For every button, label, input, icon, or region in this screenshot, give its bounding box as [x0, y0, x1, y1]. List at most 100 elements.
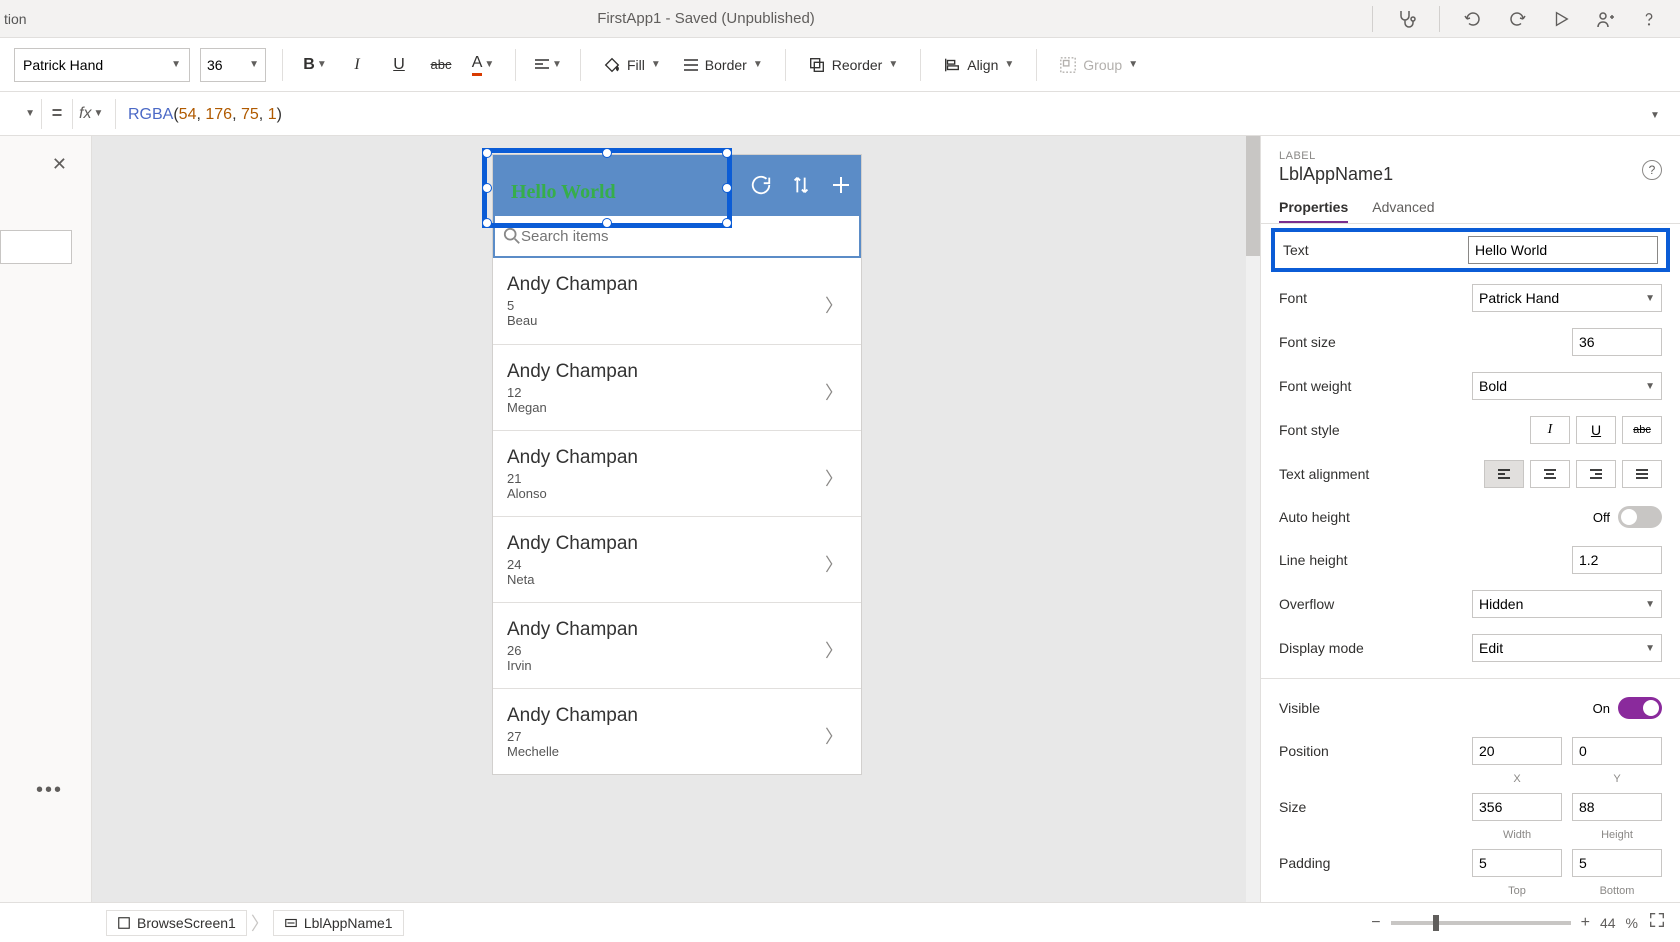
- border-button[interactable]: Border▼: [677, 49, 769, 81]
- search-box[interactable]: [493, 214, 861, 258]
- overflow-select[interactable]: Hidden▼: [1472, 590, 1662, 618]
- vertical-scrollbar[interactable]: [1246, 136, 1260, 902]
- redo-icon[interactable]: [1506, 8, 1528, 30]
- chevron-down-icon: ▼: [484, 59, 494, 70]
- close-icon[interactable]: ✕: [52, 154, 67, 175]
- font-size-select[interactable]: 36▼: [200, 48, 266, 82]
- list-item[interactable]: Andy Champan5Beau〉: [493, 258, 861, 344]
- prop-fontstyle-row: Font style I U abc: [1261, 408, 1680, 452]
- add-icon[interactable]: [821, 165, 861, 205]
- equals-sign: =: [42, 103, 72, 124]
- sort-icon[interactable]: [781, 165, 821, 205]
- list-item[interactable]: Andy Champan26Irvin〉: [493, 602, 861, 688]
- list-item[interactable]: Andy Champan24Neta〉: [493, 516, 861, 602]
- help-icon[interactable]: [1638, 8, 1660, 30]
- underline-toggle[interactable]: U: [1576, 416, 1616, 444]
- chevron-right-icon[interactable]: 〉: [825, 379, 843, 405]
- bold-button[interactable]: B▼: [299, 49, 331, 81]
- control-type-label: LABEL: [1279, 150, 1662, 162]
- play-icon[interactable]: [1550, 8, 1572, 30]
- list-item[interactable]: Andy Champan21Alonso〉: [493, 430, 861, 516]
- control-name: LblAppName1: [1279, 164, 1662, 185]
- align-justify-button[interactable]: [1622, 460, 1662, 488]
- ribbon-separator: [515, 49, 516, 81]
- align-right-button[interactable]: [1576, 460, 1616, 488]
- slider-knob[interactable]: [1433, 915, 1439, 931]
- resize-handle[interactable]: [482, 183, 492, 193]
- title-bar: tion FirstApp1 - Saved (Unpublished): [0, 0, 1680, 38]
- italic-button[interactable]: I: [341, 49, 373, 81]
- align-center-button[interactable]: [1530, 460, 1570, 488]
- breadcrumb-control[interactable]: LblAppName1: [273, 910, 404, 936]
- zoom-slider[interactable]: [1391, 921, 1571, 925]
- chevron-right-icon[interactable]: 〉: [825, 465, 843, 491]
- position-y-input[interactable]: [1572, 737, 1662, 765]
- prop-lineheight-row: Line height: [1261, 538, 1680, 582]
- help-icon[interactable]: ?: [1642, 160, 1662, 180]
- fontweight-select[interactable]: Bold▼: [1472, 372, 1662, 400]
- position-x-input[interactable]: [1472, 737, 1562, 765]
- share-icon[interactable]: [1594, 8, 1616, 30]
- font-select[interactable]: Patrick Hand▼: [1472, 284, 1662, 312]
- chevron-right-icon[interactable]: 〉: [825, 551, 843, 577]
- align-button[interactable]: Align▼: [937, 49, 1020, 81]
- expand-formula-icon[interactable]: ▼: [1650, 105, 1680, 123]
- chevron-right-icon[interactable]: 〉: [825, 292, 843, 318]
- visible-toggle[interactable]: [1618, 697, 1662, 719]
- breadcrumb-screen[interactable]: BrowseScreen1: [106, 910, 247, 936]
- resize-handle[interactable]: [482, 148, 492, 158]
- property-selector[interactable]: ▼: [6, 99, 42, 129]
- font-family-select[interactable]: Patrick Hand▼: [14, 48, 190, 82]
- displaymode-select[interactable]: Edit▼: [1472, 634, 1662, 662]
- lineheight-input[interactable]: [1572, 546, 1662, 574]
- zoom-in-button[interactable]: +: [1581, 914, 1590, 932]
- item-subtitle-2: Irvin: [507, 658, 638, 673]
- italic-toggle[interactable]: I: [1530, 416, 1570, 444]
- app-preview: Andy Champan5Beau〉Andy Champan12Megan〉An…: [492, 154, 862, 775]
- stethoscope-icon[interactable]: [1395, 8, 1417, 30]
- chevron-down-icon: ▼: [1645, 643, 1655, 654]
- list-item[interactable]: Andy Champan12Megan〉: [493, 344, 861, 430]
- fontsize-input[interactable]: [1572, 328, 1662, 356]
- prop-label: Padding: [1279, 855, 1472, 871]
- strike-toggle[interactable]: abc: [1622, 416, 1662, 444]
- prop-displaymode-row: Display mode Edit▼: [1261, 626, 1680, 670]
- fullscreen-icon[interactable]: [1648, 911, 1666, 934]
- group-button[interactable]: Group▼: [1053, 49, 1144, 81]
- reorder-button[interactable]: Reorder▼: [802, 49, 905, 81]
- list-item[interactable]: Andy Champan27Mechelle〉: [493, 688, 861, 774]
- text-align-button[interactable]: ▼: [532, 49, 564, 81]
- resize-handle[interactable]: [482, 218, 492, 228]
- prop-visible-row: Visible On: [1261, 687, 1680, 729]
- padding-top-input[interactable]: [1472, 849, 1562, 877]
- more-icon[interactable]: •••: [36, 779, 63, 802]
- zoom-out-button[interactable]: −: [1371, 914, 1380, 932]
- chevron-right-icon[interactable]: 〉: [825, 637, 843, 663]
- fill-label: Fill: [627, 57, 645, 73]
- ribbon-separator: [1036, 49, 1037, 81]
- chevron-down-icon: ▼: [93, 108, 103, 119]
- formula-input[interactable]: RGBA(54, 176, 75, 1): [116, 104, 1650, 124]
- size-width-input[interactable]: [1472, 793, 1562, 821]
- text-input[interactable]: [1468, 236, 1658, 264]
- tab-advanced[interactable]: Advanced: [1372, 193, 1434, 223]
- size-height-input[interactable]: [1572, 793, 1662, 821]
- padding-bottom-input[interactable]: [1572, 849, 1662, 877]
- search-icon: [503, 227, 521, 245]
- canvas[interactable]: Hello World Andy Champan5Beau〉Andy Champ…: [92, 136, 1260, 902]
- tab-properties[interactable]: Properties: [1279, 193, 1348, 223]
- panel-input[interactable]: [0, 230, 72, 264]
- chevron-down-icon: ▼: [753, 59, 763, 70]
- align-left-button[interactable]: [1484, 460, 1524, 488]
- prop-size-row: Size: [1261, 785, 1680, 829]
- underline-button[interactable]: U: [383, 49, 415, 81]
- fx-button[interactable]: fx▼: [72, 99, 116, 129]
- search-input[interactable]: [521, 228, 851, 245]
- undo-icon[interactable]: [1462, 8, 1484, 30]
- font-color-button[interactable]: A▼: [467, 49, 499, 81]
- strikethrough-button[interactable]: abc: [425, 49, 457, 81]
- refresh-icon[interactable]: [741, 165, 781, 205]
- autoheight-toggle[interactable]: [1618, 506, 1662, 528]
- fill-button[interactable]: Fill▼: [597, 49, 667, 81]
- chevron-right-icon[interactable]: 〉: [825, 723, 843, 749]
